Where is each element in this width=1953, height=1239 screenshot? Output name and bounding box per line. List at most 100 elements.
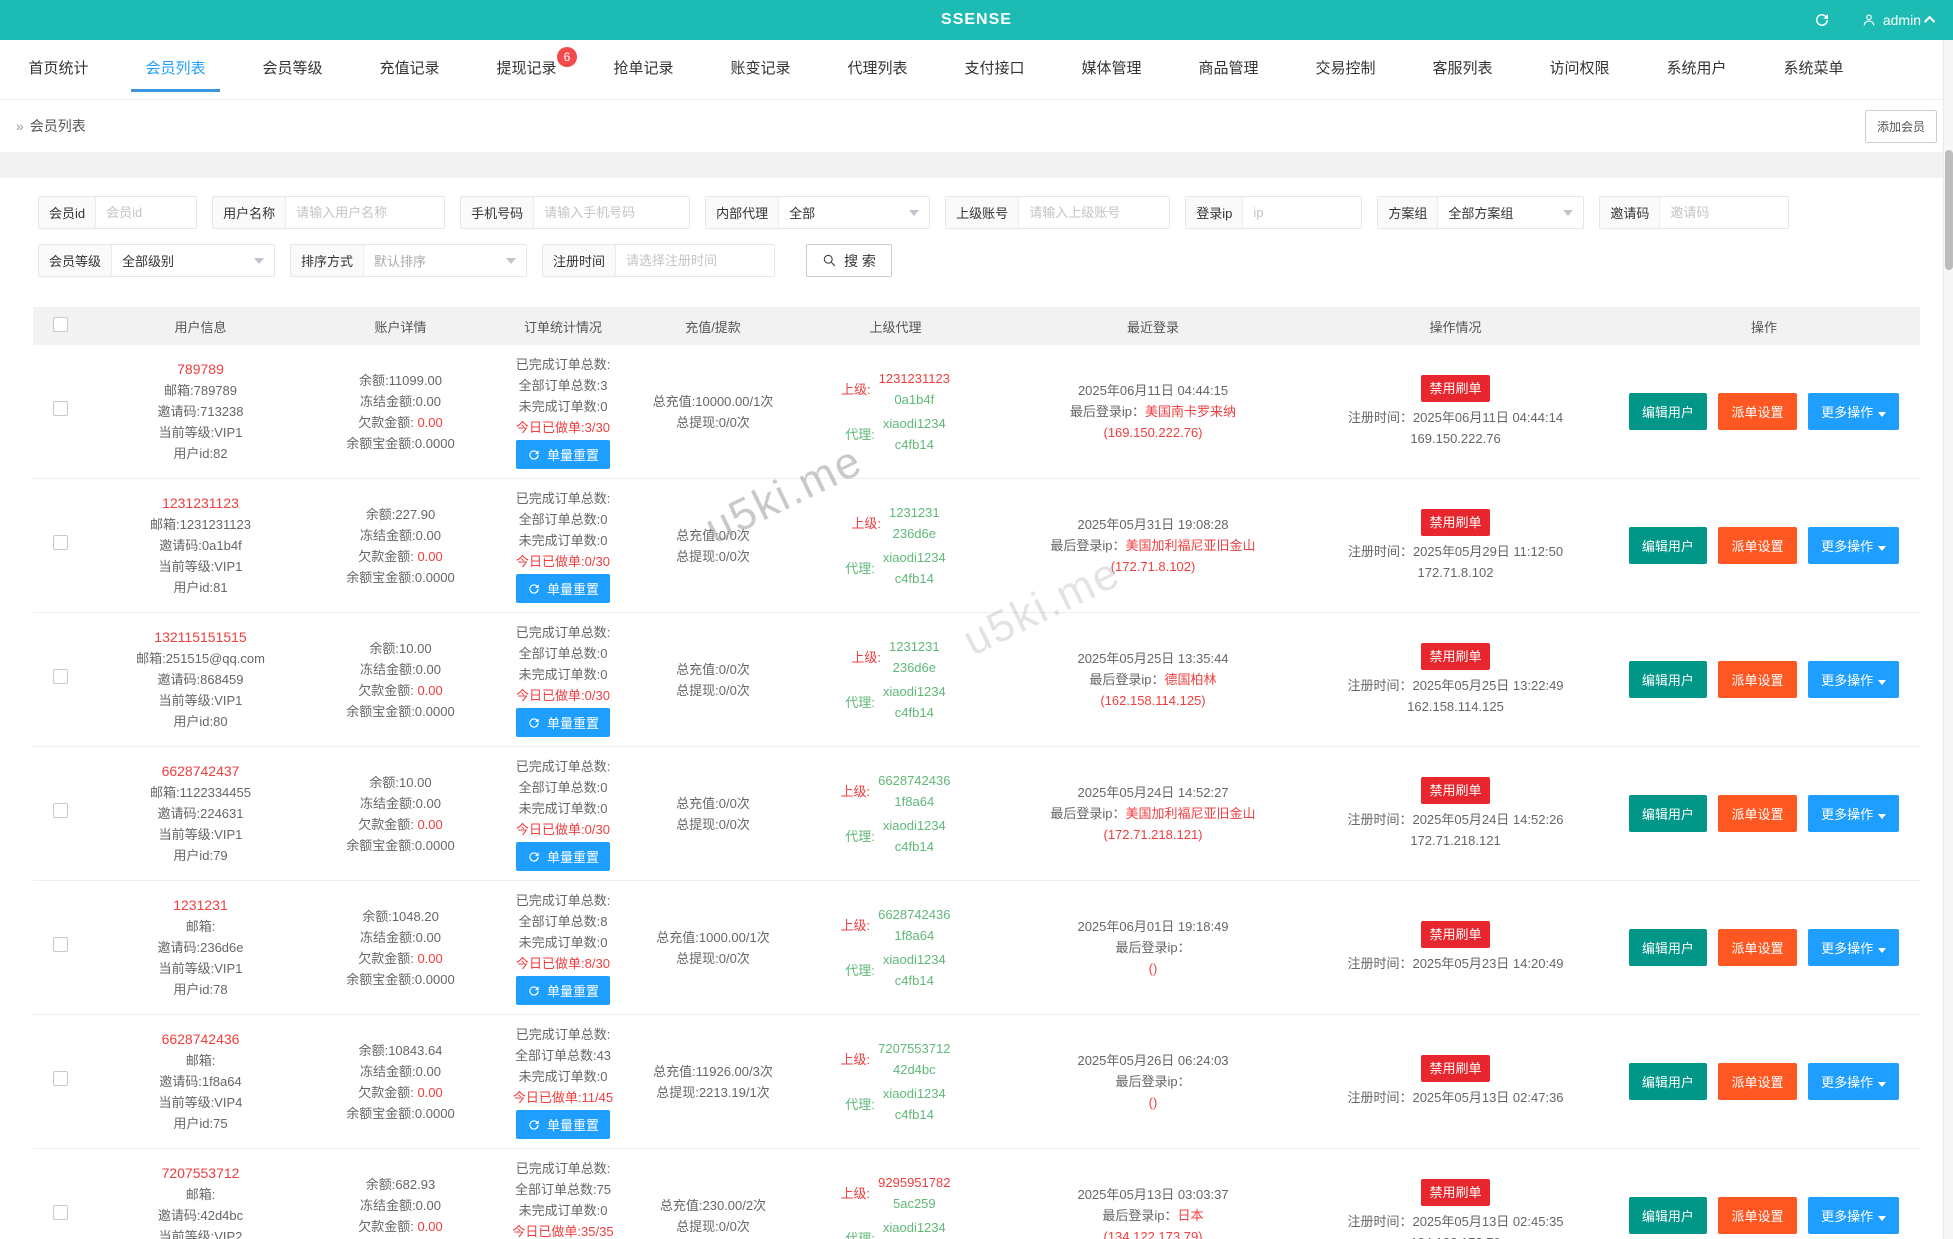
- nav-tab[interactable]: 商品管理: [1170, 40, 1287, 99]
- nav-tab[interactable]: 客服列表: [1404, 40, 1521, 99]
- reg-time-input[interactable]: [616, 245, 775, 276]
- ban-order-badge[interactable]: 禁用刷单: [1421, 642, 1490, 670]
- cell-actions: 编辑用户 派单设置 更多操作: [1608, 478, 1920, 613]
- nav-tab[interactable]: 代理列表: [819, 40, 936, 99]
- nav-tab[interactable]: 交易控制: [1287, 40, 1404, 99]
- reset-order-button[interactable]: 单量重置: [515, 842, 610, 871]
- ban-order-badge[interactable]: 禁用刷单: [1421, 508, 1490, 536]
- parent-account: 1231231123: [878, 371, 950, 386]
- table-row: 789789 邮箱:789789 邀请码:713238 当前等级:VIP1 用户…: [33, 345, 1920, 479]
- cell-last-login: 2025年06月11日 04:44:15 最后登录ip：美国南卡罗来纳 (169…: [1003, 345, 1303, 479]
- more-actions-button[interactable]: 更多操作: [1808, 527, 1900, 564]
- search-button[interactable]: 搜 索: [806, 244, 892, 277]
- ban-order-badge[interactable]: 禁用刷单: [1421, 1178, 1490, 1206]
- row-checkbox[interactable]: [53, 803, 68, 818]
- row-checkbox[interactable]: [53, 937, 68, 952]
- breadcrumb: » 会员列表: [16, 116, 86, 136]
- reset-order-button[interactable]: 单量重置: [515, 976, 610, 1005]
- nav-tab[interactable]: 充值记录: [351, 40, 468, 99]
- nav-tab[interactable]: 系统用户: [1638, 40, 1755, 99]
- dispatch-settings-button[interactable]: 派单设置: [1718, 795, 1797, 832]
- cell-op-status: 禁用刷单 注册时间：2025年05月25日 13:22:49 162.158.1…: [1303, 612, 1608, 747]
- internal-agent-select[interactable]: 全部: [779, 197, 929, 228]
- ban-order-badge[interactable]: 禁用刷单: [1421, 1055, 1490, 1082]
- edit-user-button[interactable]: 编辑用户: [1628, 393, 1707, 430]
- reset-order-button[interactable]: 单量重置: [515, 1110, 610, 1139]
- nav-tab-label: 客服列表: [1432, 60, 1493, 77]
- filter-member-level: 会员等级 全部级别: [38, 244, 276, 277]
- phone-input[interactable]: [534, 197, 690, 228]
- dispatch-settings-button[interactable]: 派单设置: [1718, 1197, 1797, 1234]
- row-checkbox[interactable]: [53, 535, 68, 550]
- add-member-button[interactable]: 添加会员: [1864, 109, 1937, 143]
- row-checkbox[interactable]: [53, 1205, 68, 1220]
- edit-user-button[interactable]: 编辑用户: [1628, 1197, 1707, 1234]
- table-row: 6628742437 邮箱:1122334455 邀请码:224631 当前等级…: [33, 746, 1920, 881]
- cell-agent: 上级: 92959517825ac259 代理: xiaodi1234c4fb1…: [788, 1148, 1003, 1239]
- filter-label: 排序方式: [291, 245, 365, 276]
- cell-last-login: 2025年05月31日 19:08:28 最后登录ip：美国加利福尼亚旧金山 (…: [1003, 478, 1303, 613]
- parent-account: 9295951782: [878, 1175, 951, 1190]
- nav-tab[interactable]: 账变记录: [702, 40, 819, 99]
- dispatch-settings-button[interactable]: 派单设置: [1718, 393, 1797, 430]
- dispatch-settings-button[interactable]: 派单设置: [1718, 929, 1797, 966]
- dispatch-settings-button[interactable]: 派单设置: [1718, 527, 1797, 564]
- nav-tab-label: 抢单记录: [613, 60, 674, 77]
- more-actions-button[interactable]: 更多操作: [1808, 795, 1900, 832]
- reset-order-button[interactable]: 单量重置: [515, 574, 610, 603]
- dispatch-settings-button[interactable]: 派单设置: [1718, 1063, 1797, 1100]
- nav-tab[interactable]: 抢单记录: [585, 40, 702, 99]
- ban-order-badge[interactable]: 禁用刷单: [1421, 776, 1490, 804]
- cell-user-info: 6628742436 邮箱: 邀请码:1f8a64 当前等级:VIP4 用户id…: [88, 1014, 313, 1149]
- scrollbar-thumb[interactable]: [1945, 150, 1953, 270]
- more-actions-button[interactable]: 更多操作: [1808, 929, 1900, 966]
- edit-user-button[interactable]: 编辑用户: [1628, 527, 1707, 564]
- member-level-select[interactable]: 全部级别: [112, 245, 274, 276]
- cell-agent: 上级: 1231231 236d6e 代理: xiaodi1234 c4fb14: [788, 612, 1003, 747]
- edit-user-button[interactable]: 编辑用户: [1628, 1063, 1707, 1100]
- invite-code-input[interactable]: [1660, 197, 1789, 228]
- nav-tab[interactable]: 会员列表: [117, 40, 234, 99]
- parent-account-input[interactable]: [1019, 197, 1170, 228]
- refresh-icon[interactable]: [1813, 11, 1831, 29]
- nav-tab[interactable]: 媒体管理: [1053, 40, 1170, 99]
- more-actions-button[interactable]: 更多操作: [1808, 661, 1900, 698]
- nav-tab[interactable]: 访问权限: [1521, 40, 1638, 99]
- cell-last-login: 2025年05月25日 13:35:44 最后登录ip：德国柏林 (162.15…: [1003, 612, 1303, 747]
- nav-tab[interactable]: 首页统计: [0, 40, 117, 99]
- row-checkbox[interactable]: [53, 669, 68, 684]
- sort-select[interactable]: 默认排序: [364, 245, 526, 276]
- scrollbar-track[interactable]: [1943, 40, 1953, 1239]
- reset-order-button[interactable]: 单量重置: [515, 440, 610, 469]
- login-ip-input[interactable]: [1243, 197, 1362, 228]
- filter-label: 内部代理: [706, 197, 780, 228]
- row-checkbox[interactable]: [53, 1071, 68, 1086]
- ban-order-badge[interactable]: 禁用刷单: [1421, 374, 1490, 402]
- select-all-checkbox[interactable]: [53, 317, 68, 332]
- cell-last-login: 2025年05月13日 03:03:37 最后登录ip：日本 (134.122.…: [1003, 1148, 1303, 1239]
- ban-order-badge[interactable]: 禁用刷单: [1421, 921, 1490, 948]
- nav-tab[interactable]: 提现记录 6: [468, 40, 585, 99]
- edit-user-button[interactable]: 编辑用户: [1628, 795, 1707, 832]
- cell-order-stats: 已完成订单总数: 全部订单总数:0 未完成订单数:0 今日已做单:0/30 单量…: [488, 612, 638, 747]
- username-input[interactable]: [286, 197, 445, 228]
- nav-tab-label: 媒体管理: [1081, 60, 1142, 77]
- member-id-input[interactable]: [96, 197, 197, 228]
- plan-group-select[interactable]: 全部方案组: [1438, 197, 1583, 228]
- reset-order-button[interactable]: 单量重置: [515, 708, 610, 737]
- nav-tab-label: 代理列表: [847, 60, 908, 77]
- nav-tab[interactable]: 会员等级: [234, 40, 351, 99]
- filter-sort: 排序方式 默认排序: [290, 244, 528, 277]
- more-actions-button[interactable]: 更多操作: [1808, 1063, 1900, 1100]
- edit-user-button[interactable]: 编辑用户: [1628, 661, 1707, 698]
- cell-account-detail: 余额:11099.00 冻结金额:0.00 欠款金额: 0.00 余额宝金额:0…: [313, 345, 488, 479]
- dispatch-settings-button[interactable]: 派单设置: [1718, 661, 1797, 698]
- edit-user-button[interactable]: 编辑用户: [1628, 929, 1707, 966]
- user-menu[interactable]: admin: [1861, 12, 1936, 28]
- login-time: 2025年06月11日 04:44:15: [1077, 383, 1229, 398]
- more-actions-button[interactable]: 更多操作: [1808, 1197, 1900, 1234]
- nav-tab[interactable]: 系统菜单: [1755, 40, 1872, 99]
- row-checkbox[interactable]: [53, 401, 68, 416]
- more-actions-button[interactable]: 更多操作: [1808, 393, 1900, 430]
- nav-tab[interactable]: 支付接口: [936, 40, 1053, 99]
